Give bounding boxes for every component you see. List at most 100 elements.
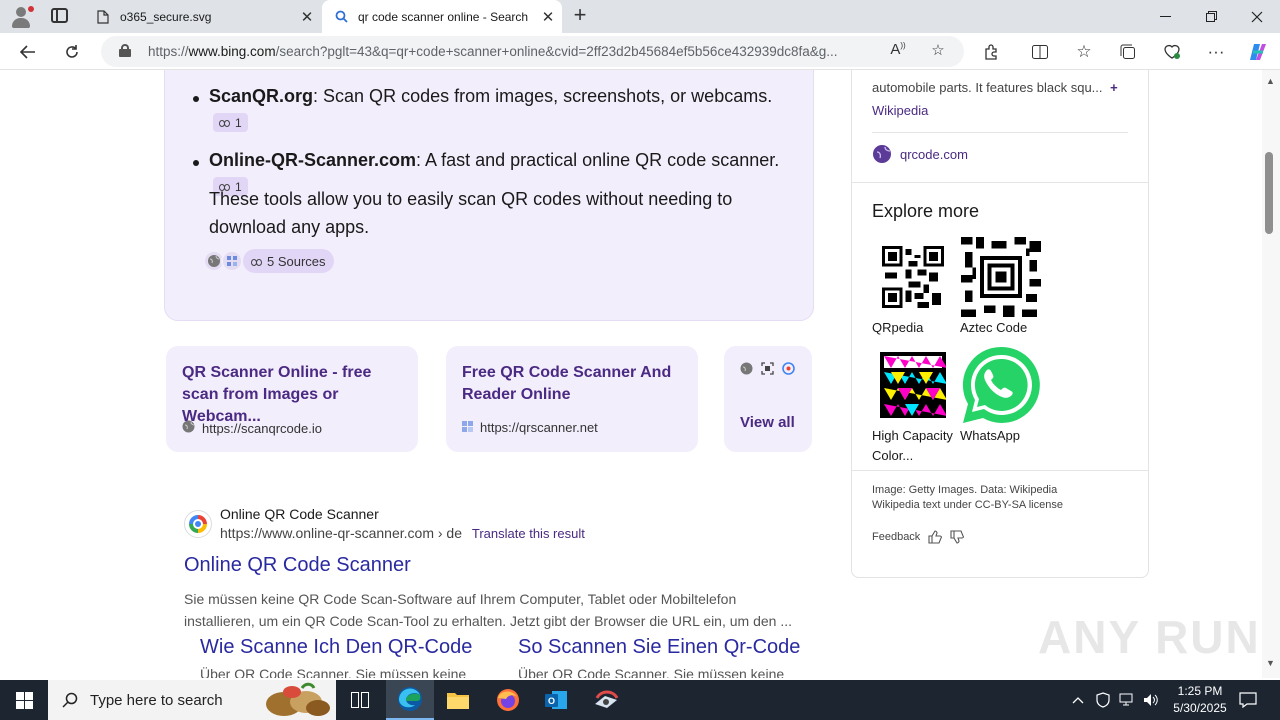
link-icon bbox=[251, 254, 262, 269]
taskbar-clock[interactable]: 1:25 PM 5/30/2025 bbox=[1160, 683, 1240, 717]
citation-number: 1 bbox=[235, 115, 242, 130]
expand-more-button[interactable]: + bbox=[1110, 80, 1118, 95]
task-view-icon bbox=[351, 692, 369, 708]
more-menu-icon[interactable]: ··· bbox=[1202, 39, 1230, 65]
url-text[interactable]: https://www.bing.com/search?pglt=43&q=qr… bbox=[148, 44, 888, 59]
collections-icon[interactable] bbox=[1114, 39, 1142, 65]
bullet bbox=[193, 160, 199, 166]
tray-security-icon[interactable] bbox=[1092, 680, 1114, 720]
source-card-link[interactable]: https://scanqrcode.io bbox=[182, 420, 322, 436]
speaker-icon bbox=[1144, 694, 1158, 706]
extensions-icon[interactable] bbox=[977, 39, 1005, 65]
scroll-down-arrow-icon[interactable]: ▼ bbox=[1266, 658, 1275, 668]
explore-item-label[interactable]: Aztec Code bbox=[960, 318, 1046, 338]
search-icon bbox=[334, 10, 348, 24]
minimize-button[interactable] bbox=[1142, 0, 1188, 33]
result-site-name: Online QR Code Scanner bbox=[220, 506, 379, 522]
favorite-star-icon[interactable]: ☆ bbox=[927, 41, 949, 63]
wikipedia-link[interactable]: Wikipedia bbox=[872, 103, 928, 118]
result-url: https://www.online-qr-scanner.com › de T… bbox=[220, 525, 585, 541]
result-snippet: Sie müssen keine QR Code Scan-Software a… bbox=[184, 591, 792, 629]
deeplink-title[interactable]: Wie Scanne Ich Den QR-Code bbox=[200, 636, 472, 659]
aztec-code-thumbnail-icon bbox=[960, 236, 1042, 318]
tab-title: o365_secure.svg bbox=[120, 9, 212, 24]
explore-item[interactable]: QRpedia bbox=[872, 236, 958, 338]
tab-bing-search[interactable]: qr code scanner online - Search ✕ bbox=[322, 0, 562, 33]
knowledge-panel: automobile parts. It features black squ.… bbox=[851, 70, 1149, 578]
task-view-button[interactable] bbox=[336, 680, 384, 720]
site-favicon-icon bbox=[462, 420, 473, 435]
taskbar-snipping-app[interactable] bbox=[582, 680, 630, 720]
ai-item-site: Online-QR-Scanner.com bbox=[209, 150, 417, 170]
restore-button[interactable] bbox=[1188, 0, 1234, 33]
explore-item-label[interactable]: WhatsApp bbox=[960, 426, 1046, 446]
edge-icon bbox=[398, 687, 422, 711]
lock-icon[interactable] bbox=[119, 44, 131, 57]
sources-chip[interactable]: 5 Sources bbox=[243, 249, 334, 273]
refresh-button[interactable] bbox=[58, 39, 86, 65]
browser-essentials-icon[interactable] bbox=[1158, 39, 1186, 65]
scrollbar-thumb[interactable] bbox=[1265, 152, 1273, 234]
close-tab-icon[interactable]: ✕ bbox=[293, 8, 321, 26]
favorites-icon[interactable]: ☆ bbox=[1070, 39, 1098, 65]
taskbar-edge[interactable] bbox=[386, 680, 434, 720]
tab-actions-icon[interactable] bbox=[51, 8, 68, 23]
taskbar-outlook[interactable]: O bbox=[532, 680, 580, 720]
citation-chip[interactable]: 1 bbox=[213, 113, 248, 132]
ai-item: Online-QR-Scanner.com: A fast and practi… bbox=[209, 150, 779, 171]
feedback-label[interactable]: Feedback bbox=[872, 531, 920, 543]
translate-link[interactable]: Translate this result bbox=[472, 526, 585, 541]
search-icon bbox=[62, 692, 78, 708]
tab-title: qr code scanner online - Search bbox=[358, 9, 529, 24]
taskbar-firefox[interactable] bbox=[484, 680, 532, 720]
deeplink-title[interactable]: So Scannen Sie Einen Qr-Code bbox=[518, 636, 800, 659]
view-all-link[interactable]: View all bbox=[740, 414, 795, 431]
explore-item-label[interactable]: QRpedia bbox=[872, 318, 958, 338]
network-icon bbox=[1119, 693, 1133, 706]
copilot-icon[interactable] bbox=[1244, 39, 1272, 65]
sources-label: 5 Sources bbox=[267, 253, 326, 269]
tray-network-icon[interactable] bbox=[1116, 680, 1138, 720]
explore-item[interactable]: WhatsApp bbox=[960, 344, 1046, 446]
source-card[interactable]: Free QR Code Scanner And Reader Online h… bbox=[446, 346, 698, 452]
snipping-tool-icon bbox=[595, 690, 619, 708]
back-button[interactable] bbox=[14, 39, 42, 65]
scroll-up-arrow-icon[interactable]: ▲ bbox=[1266, 76, 1275, 86]
source-card-title[interactable]: QR Scanner Online - free scan from Image… bbox=[182, 362, 392, 428]
taskbar-file-explorer[interactable] bbox=[434, 680, 482, 720]
shield-icon bbox=[1096, 692, 1110, 708]
vertical-scrollbar[interactable]: ▲ ▼ bbox=[1262, 70, 1280, 678]
explore-item[interactable]: Aztec Code bbox=[960, 236, 1046, 338]
result-title-link[interactable]: Online QR Code Scanner bbox=[184, 554, 411, 577]
source-card-title[interactable]: Free QR Code Scanner And Reader Online bbox=[462, 362, 672, 406]
start-button[interactable] bbox=[0, 680, 48, 720]
sources-row[interactable]: 5 Sources bbox=[203, 248, 334, 274]
new-tab-button[interactable]: + bbox=[568, 4, 592, 28]
deeplink-snippet: Über QR Code Scanner. Sie müssen keine bbox=[518, 666, 785, 678]
profile-avatar-icon[interactable] bbox=[8, 4, 34, 30]
thumbs-up-icon[interactable] bbox=[928, 530, 943, 544]
source-card-link[interactable]: https://qrscanner.net bbox=[462, 420, 598, 435]
taskbar-search-box[interactable]: Type here to search bbox=[48, 680, 336, 720]
thumbs-down-icon[interactable] bbox=[950, 530, 965, 544]
tab-o365-secure[interactable]: o365_secure.svg ✕ bbox=[84, 0, 321, 33]
qrcode-site-link[interactable]: qrcode.com bbox=[872, 144, 968, 164]
notifications-button[interactable] bbox=[1234, 680, 1262, 720]
read-aloud-icon[interactable]: A)) bbox=[887, 41, 909, 63]
view-all-card[interactable]: View all bbox=[724, 346, 812, 452]
address-bar[interactable]: https://www.bing.com/search?pglt=43&q=qr… bbox=[101, 36, 964, 67]
windows-taskbar: Type here to search O 1:25 PM 5/30/2025 bbox=[0, 680, 1280, 720]
windows-logo-icon bbox=[15, 691, 33, 709]
explore-item[interactable]: High Capacity Color... bbox=[872, 344, 958, 466]
split-screen-icon[interactable] bbox=[1026, 39, 1054, 65]
ai-item: ScanQR.org: Scan QR codes from images, s… bbox=[209, 86, 772, 107]
clock-date: 5/30/2025 bbox=[1173, 701, 1227, 715]
result-url-text[interactable]: https://www.online-qr-scanner.com › de bbox=[220, 525, 462, 541]
tray-volume-icon[interactable] bbox=[1140, 680, 1162, 720]
close-window-button[interactable] bbox=[1234, 0, 1280, 33]
close-tab-icon[interactable]: ✕ bbox=[534, 8, 562, 26]
explore-item-label[interactable]: High Capacity Color... bbox=[872, 426, 958, 466]
show-hidden-icons-button[interactable] bbox=[1068, 680, 1088, 720]
chevron-up-icon bbox=[1072, 697, 1084, 704]
source-card[interactable]: QR Scanner Online - free scan from Image… bbox=[166, 346, 418, 452]
